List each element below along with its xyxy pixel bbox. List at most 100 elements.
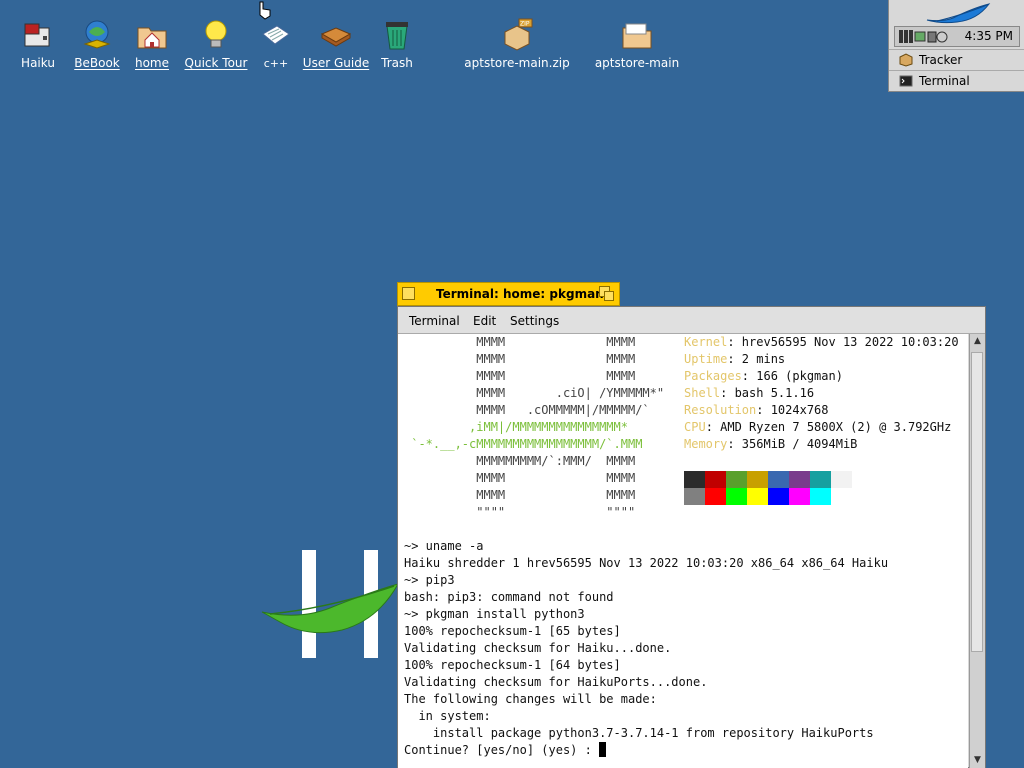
desktop-icon-label: Haiku	[21, 56, 55, 70]
sysinfo-row: Uptime: 2 mins	[684, 351, 785, 368]
clock[interactable]: 4:35 PM	[965, 29, 1013, 43]
terminal-line: Validating checksum for Haiku...done.	[404, 641, 672, 655]
deskbar-item-label: Terminal	[919, 74, 970, 88]
desktop-icon-label: BeBook	[74, 56, 120, 70]
sysinfo-key: CPU	[684, 420, 706, 434]
ascii-art-line: `-*.__,-cMMMMMMMMMMMMMMMMM/`.MMM	[404, 437, 643, 451]
sysinfo-value: : hrev56595 Nov 13 2022 10:03:20	[727, 335, 959, 349]
terminal-line: install package python3.7-3.7.14-1 from …	[404, 726, 874, 740]
document-icon	[262, 25, 290, 45]
terminal-line: The following changes will be made:	[404, 692, 657, 706]
color-palette-bottom	[684, 488, 852, 505]
color-swatch	[705, 488, 726, 505]
color-swatch	[789, 471, 810, 488]
menu-edit[interactable]: Edit	[473, 314, 496, 328]
terminal-line: 100% repochecksum-1 [64 bytes]	[404, 658, 621, 672]
color-swatch	[684, 471, 705, 488]
sysinfo-value: : 2 mins	[727, 352, 786, 366]
desktop-icon-label: home	[134, 56, 170, 70]
vertical-scrollbar[interactable]: ▲ ▼	[969, 334, 985, 768]
deskbar-item-label: Tracker	[919, 53, 963, 67]
menu-settings[interactable]: Settings	[510, 314, 559, 328]
terminal-prompt-line[interactable]: Continue? [yes/no] (yes) :	[404, 742, 607, 759]
sysinfo-row: Kernel: hrev56595 Nov 13 2022 10:03:20	[684, 334, 959, 351]
color-swatch	[726, 471, 747, 488]
desktop-icon-aptstore-zip[interactable]: ZIP aptstore-main.zip	[455, 18, 579, 70]
scrollbar-thumb[interactable]	[971, 352, 983, 652]
lightbulb-icon	[205, 20, 227, 48]
sysinfo-value: : 1024x768	[756, 403, 829, 417]
terminal-line: ~> uname -a	[404, 539, 484, 553]
haiku-logo	[261, 550, 400, 658]
terminal-line: 100% repochecksum-1 [65 bytes]	[404, 624, 621, 638]
color-palette-top	[684, 471, 852, 488]
sysinfo-row: Packages: 166 (pkgman)	[684, 368, 843, 385]
tracker-icon	[899, 53, 913, 67]
ascii-art-line: MMMM .cOMMMMM|/MMMMM/`	[404, 403, 650, 417]
desktop-icon-trash[interactable]: Trash	[359, 18, 435, 70]
ascii-art-line: MMMM MMMM	[404, 335, 636, 349]
color-swatch	[810, 488, 831, 505]
desktop-icon-label: aptstore-main	[594, 56, 680, 70]
color-swatch	[789, 488, 810, 505]
ascii-art-line: ,iMM|/MMMMMMMMMMMMMMM*	[404, 420, 628, 434]
book-icon	[320, 27, 352, 47]
terminal-line: bash: pip3: command not found	[404, 590, 614, 604]
ascii-art-line: MMMM MMMM	[404, 471, 636, 485]
color-swatch	[831, 488, 852, 505]
scroll-down-arrow-icon[interactable]: ▼	[972, 755, 983, 766]
sysinfo-key: Packages	[684, 369, 742, 383]
haiku-leaf-icon	[926, 3, 991, 24]
home-folder-icon	[137, 27, 167, 49]
trash-icon	[386, 22, 408, 50]
color-swatch	[831, 471, 852, 488]
ascii-art-line: """" """"	[404, 505, 636, 519]
close-button[interactable]	[402, 287, 415, 300]
terminal-menubar: Terminal Edit Settings	[398, 307, 985, 334]
scroll-up-arrow-icon[interactable]: ▲	[972, 336, 983, 347]
terminal-icon	[899, 75, 913, 87]
color-swatch	[684, 488, 705, 505]
color-swatch	[768, 488, 789, 505]
sysinfo-value: : 166 (pkgman)	[741, 369, 843, 383]
bebook-icon	[83, 20, 111, 49]
sysinfo-value: : AMD Ryzen 7 5800X (2) @ 3.792GHz	[705, 420, 952, 434]
system-tray: 4:35 PM	[894, 26, 1020, 47]
tray-status-icons[interactable]	[898, 28, 950, 45]
terminal-line: ~> pkgman install python3	[404, 607, 585, 621]
ascii-art-line: MMMM MMMM	[404, 369, 636, 383]
terminal-line: Haiku shredder 1 hrev56595 Nov 13 2022 1…	[404, 556, 889, 570]
sysinfo-value: : 356MiB / 4094MiB	[727, 437, 858, 451]
sysinfo-row: CPU: AMD Ryzen 7 5800X (2) @ 3.792GHz	[684, 419, 951, 436]
terminal-title-tab[interactable]: Terminal: home: pkgman	[397, 282, 620, 306]
zip-package-icon: ZIP	[504, 18, 533, 51]
sysinfo-key: Memory	[684, 437, 728, 451]
color-swatch	[747, 471, 768, 488]
desktop-icon-label: Trash	[381, 56, 413, 70]
window-title: Terminal: home: pkgman	[436, 287, 604, 301]
deskbar-logo[interactable]	[889, 0, 1024, 26]
ascii-art-line: MMMM MMMM	[404, 488, 636, 502]
color-swatch	[747, 488, 768, 505]
menu-terminal[interactable]: Terminal	[409, 314, 460, 328]
terminal-output[interactable]: MMMM MMMM MMMM MMMM MMMM MMMM MMMM .ciO|…	[398, 334, 968, 768]
haiku-volume-icon	[24, 23, 50, 47]
desktop-icon-label: c++	[263, 57, 289, 70]
sysinfo-row: Resolution: 1024x768	[684, 402, 829, 419]
color-swatch	[726, 488, 747, 505]
zoom-button[interactable]	[599, 286, 614, 301]
deskbar-item-tracker[interactable]: Tracker	[889, 49, 1024, 69]
deskbar: 4:35 PM Tracker Terminal	[888, 0, 1024, 92]
color-swatch	[810, 471, 831, 488]
deskbar-item-terminal[interactable]: Terminal	[889, 70, 1024, 90]
desktop-icon-label: aptstore-main.zip	[464, 56, 570, 70]
sysinfo-key: Uptime	[684, 352, 728, 366]
desktop-icon-aptstore-folder[interactable]: aptstore-main	[592, 18, 682, 70]
color-swatch	[768, 471, 789, 488]
prompt-text: Continue? [yes/no] (yes) :	[404, 743, 600, 757]
sysinfo-key: Resolution	[684, 403, 757, 417]
folder-icon	[622, 23, 652, 49]
terminal-line: in system:	[404, 709, 491, 723]
color-swatch	[705, 471, 726, 488]
svg-text:ZIP: ZIP	[520, 21, 530, 28]
